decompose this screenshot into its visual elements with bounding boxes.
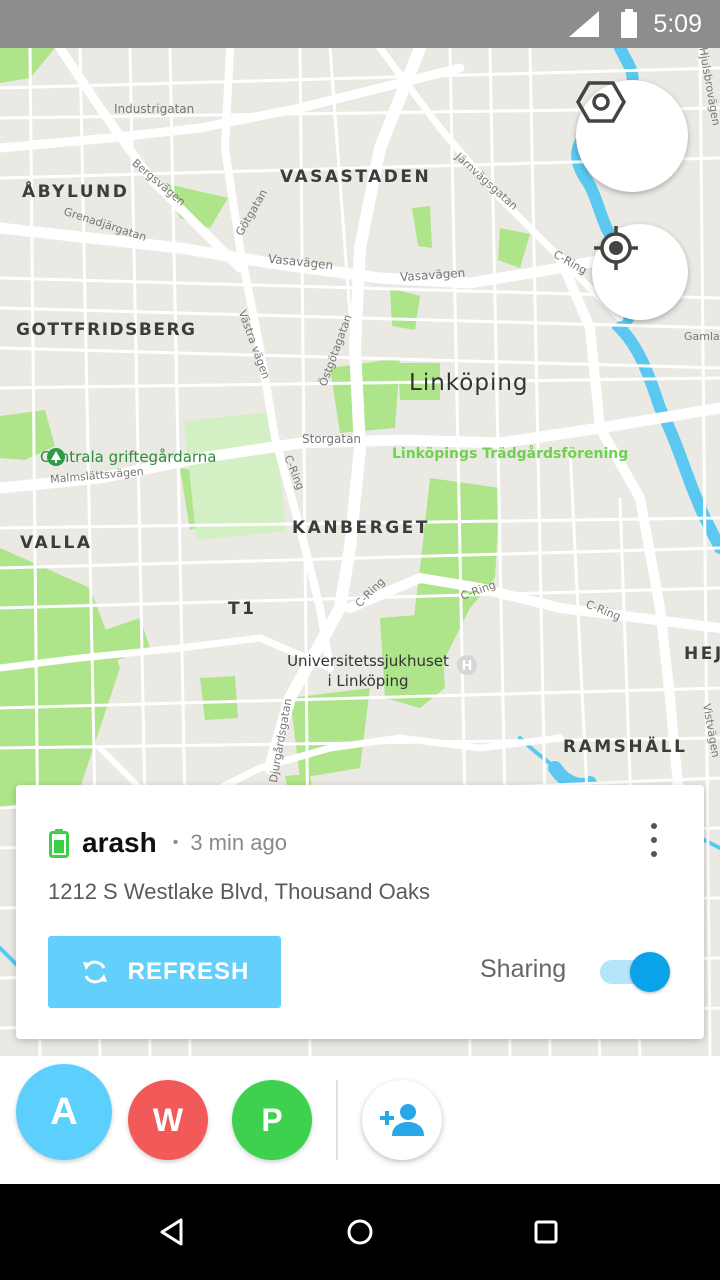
separator-dot: • [172, 834, 179, 851]
poi-cemetery-label: Centrala griftegårdarna [40, 448, 217, 466]
refresh-label: REFRESH [127, 958, 250, 985]
city-label: Linköping [409, 370, 529, 396]
svg-text:H: H [462, 659, 473, 674]
district-label: VALLA [20, 533, 93, 553]
recents-icon [534, 1220, 558, 1244]
my-location-icon [594, 226, 638, 270]
member-address: 1212 S Westlake Blvd, Thousand Oaks [48, 879, 430, 904]
map-settings-button[interactable] [576, 80, 688, 192]
park-marker-icon [47, 448, 65, 466]
home-button[interactable] [336, 1208, 384, 1256]
members-bar: A W P [0, 1056, 720, 1184]
district-label: ÅBYLUND [22, 182, 130, 202]
my-location-button[interactable] [592, 224, 688, 320]
system-nav-bar [0, 1184, 720, 1280]
member-avatar-p[interactable]: P [232, 1080, 312, 1160]
poi-hospital-line2: i Linköping [327, 672, 409, 690]
district-label: VASASTADEN [280, 167, 432, 187]
district-label: T1 [228, 599, 257, 619]
street-label: Gamla [684, 330, 720, 343]
member-location-card: arash • 3 min ago 1212 S Westlake Blvd, … [16, 785, 704, 1039]
hexagon-nut-icon [576, 81, 626, 123]
refresh-icon [80, 957, 110, 987]
member-name: arash [82, 827, 157, 858]
status-bar: 5:09 [0, 0, 720, 48]
poi-hospital[interactable]: Universitetssjukhuset i Linköping [283, 651, 453, 691]
street-label: Storgatan [302, 432, 362, 446]
avatar-initial: P [261, 1101, 283, 1138]
refresh-button[interactable]: REFRESH [48, 936, 281, 1008]
more-options-button[interactable] [644, 823, 664, 857]
person-add-icon [380, 1104, 424, 1136]
status-time: 5:09 [653, 9, 702, 38]
toggle-thumb [630, 952, 670, 992]
district-label: RAMSHÄLL [563, 737, 688, 757]
avatar-initial: W [152, 1101, 184, 1138]
member-avatar-a[interactable]: A [16, 1064, 112, 1160]
members-divider [336, 1080, 338, 1160]
district-label: GOTTFRIDSBERG [16, 320, 197, 340]
battery-icon [621, 9, 638, 38]
sharing-label: Sharing [480, 955, 567, 983]
add-member-button[interactable] [362, 1080, 442, 1160]
recents-button[interactable] [522, 1208, 570, 1256]
signal-icon [569, 11, 600, 37]
avatar-initial: A [50, 1090, 78, 1133]
back-icon [160, 1218, 183, 1246]
poi-park[interactable]: Linköpings Trädgårdsförening [392, 446, 628, 462]
back-button[interactable] [148, 1208, 196, 1256]
poi-hospital-line1: Universitetssjukhuset [287, 652, 449, 670]
member-avatar-w[interactable]: W [128, 1080, 208, 1160]
home-icon [347, 1219, 373, 1245]
street-label: Industrigatan [114, 102, 195, 116]
more-vert-icon [651, 823, 657, 829]
card-header: arash • 3 min ago [48, 827, 287, 859]
status-icons: 5:09 [567, 0, 702, 48]
battery-status-icon [49, 829, 69, 858]
district-label: KANBERGET [292, 518, 430, 538]
hospital-marker-icon: H [457, 655, 477, 675]
poi-cemetery[interactable]: Centrala griftegårdarna [40, 447, 217, 467]
district-label: HEJ [684, 644, 720, 664]
last-updated: 3 min ago [190, 830, 287, 855]
sharing-toggle[interactable] [600, 950, 674, 994]
